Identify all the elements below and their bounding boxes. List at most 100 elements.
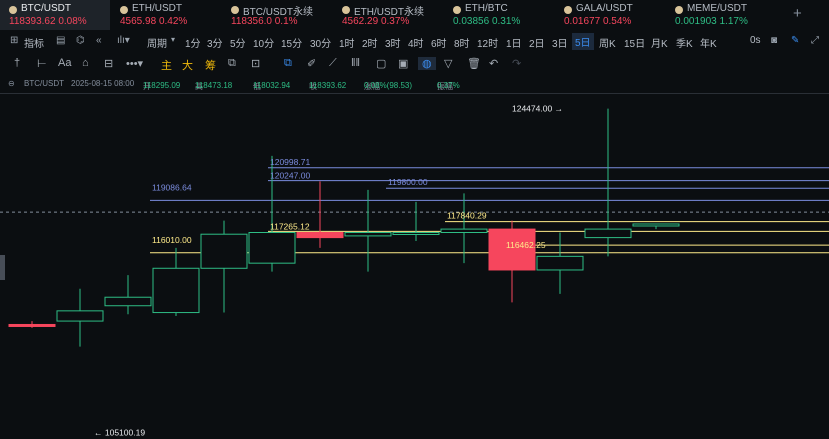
- tf-4h[interactable]: 4时: [408, 35, 424, 50]
- tab-gala-usdt[interactable]: GALA/USDT 0.01677 0.54%: [555, 0, 665, 30]
- chart-type-icon[interactable]: ılı▾: [117, 35, 130, 46]
- collapse-icon[interactable]: ⊖: [8, 79, 15, 88]
- coin-icon: [675, 6, 683, 14]
- main-force-button[interactable]: 主: [161, 57, 172, 73]
- horizontal-line-icon[interactable]: ⊢: [37, 57, 47, 70]
- camera-icon[interactable]: ◙: [771, 35, 777, 46]
- drawing-toolbar: † ⊢ Aa ⌂ ⊟ •••▾ 主 大 筹 ⧉ ⊡ ⧉ ✐ ⟋ ǁǁ ▢ ▣ ◍…: [0, 54, 829, 76]
- tab-eth-usdt[interactable]: ETH/USDT 4565.98 0.42%: [111, 0, 221, 30]
- indicator-icon[interactable]: ⊞: [10, 35, 18, 46]
- layout-icon[interactable]: ⊡: [251, 57, 260, 70]
- tf-15m[interactable]: 15分: [281, 35, 302, 50]
- indicator-button[interactable]: 指标: [24, 35, 44, 50]
- period-dropdown[interactable]: 周期: [147, 35, 167, 50]
- crosshair-icon[interactable]: †: [14, 57, 20, 69]
- level-label: 117265.12: [270, 221, 310, 231]
- compare-icon[interactable]: ⌬: [76, 35, 85, 46]
- candle-body: [296, 232, 344, 239]
- tab-eth-btc[interactable]: ETH/BTC 0.03856 0.31%: [444, 0, 554, 30]
- level-label: 119086.64: [152, 182, 192, 192]
- tf-5m[interactable]: 5分: [230, 35, 246, 50]
- chip-distribution-button[interactable]: 筹: [205, 57, 216, 73]
- tab-price: 0.01677 0.54%: [564, 16, 631, 27]
- info-change-value: 0.08%(98.53): [364, 81, 413, 90]
- redo-icon[interactable]: ↷: [512, 57, 521, 70]
- seconds-toggle[interactable]: 0s: [750, 35, 761, 46]
- brush-icon[interactable]: ✐: [307, 57, 316, 70]
- tab-btc-usdt[interactable]: BTC/USDT 118393.62 0.08%: [0, 0, 110, 30]
- tf-1h[interactable]: 1时: [339, 35, 355, 50]
- level-label: 116010.00: [152, 235, 192, 245]
- long-short-icon[interactable]: ⊟: [104, 57, 113, 70]
- plus-icon[interactable]: +: [793, 5, 802, 22]
- level-label: 117840.29: [447, 211, 487, 221]
- tf-8h[interactable]: 8时: [454, 35, 470, 50]
- tab-change: 0.37%: [380, 16, 410, 27]
- candle-body: [584, 228, 632, 239]
- tf-3d[interactable]: 3日: [552, 35, 568, 50]
- trash-icon[interactable]: 🗑: [467, 57, 481, 70]
- tf-5d[interactable]: 5日: [572, 33, 594, 50]
- candle-body: [536, 255, 584, 271]
- more-tools-icon[interactable]: •••▾: [126, 57, 143, 70]
- level-label: 116462.25: [506, 240, 546, 250]
- chevron-down-icon: ▾: [171, 35, 176, 44]
- calendar-icon[interactable]: ▤: [56, 35, 65, 46]
- tf-15d[interactable]: 15日: [624, 35, 645, 50]
- info-close-value: 118393.62: [309, 81, 347, 90]
- info-amp-value: 0.37%: [437, 81, 460, 90]
- copy-icon[interactable]: ⧉: [284, 57, 292, 70]
- tf-2d[interactable]: 2日: [529, 35, 545, 50]
- tab-price: 0.03856 0.31%: [453, 16, 520, 27]
- tab-eth-usdt-perp[interactable]: ETH/USDT永续 4562.29 0.37%: [333, 0, 443, 30]
- measure-icon[interactable]: ⌂: [82, 57, 89, 69]
- snapshot-icon[interactable]: ⧉: [228, 57, 236, 70]
- tab-btc-usdt-perp[interactable]: BTC/USDT永续 118356.0 0.1%: [222, 0, 332, 30]
- tf-2h[interactable]: 2时: [362, 35, 378, 50]
- magnet-icon[interactable]: ◍: [418, 57, 436, 70]
- candlestick-chart[interactable]: 124474.00 → 120998.71 120247.00 119800.00 11…: [0, 94, 829, 439]
- tab-symbol: BTC/USDT: [21, 3, 71, 14]
- level-label: 120998.71: [270, 157, 310, 167]
- candle-body: [56, 310, 104, 322]
- coin-icon: [342, 6, 350, 14]
- tf-month[interactable]: 月K: [651, 35, 668, 50]
- tab-change: 1.17%: [719, 16, 748, 27]
- tf-1m[interactable]: 1分: [185, 35, 201, 50]
- double-chevron-left-icon[interactable]: «: [96, 35, 102, 46]
- lock-icon[interactable]: ▢: [376, 57, 386, 70]
- trend-icon[interactable]: ⟋: [329, 57, 337, 70]
- tab-change: 0.08%: [58, 16, 87, 27]
- tf-year[interactable]: 年K: [700, 35, 717, 50]
- big-order-button[interactable]: 大: [182, 57, 193, 73]
- coin-icon: [564, 6, 572, 14]
- tf-3m[interactable]: 3分: [207, 35, 223, 50]
- tf-quarter[interactable]: 季K: [676, 35, 693, 50]
- coin-icon: [453, 6, 461, 14]
- tf-10m[interactable]: 10分: [253, 35, 274, 50]
- tab-price-value: 118356.0: [231, 16, 272, 27]
- candle-pattern-icon[interactable]: ǁǁ: [351, 57, 360, 69]
- info-open-value: 118295.09: [143, 81, 181, 90]
- tf-30m[interactable]: 30分: [310, 35, 331, 50]
- expand-icon[interactable]: ⤢: [811, 35, 819, 46]
- filter-icon[interactable]: ▽: [444, 57, 452, 70]
- tf-week[interactable]: 周K: [599, 35, 616, 50]
- info-low-value: 118032.94: [253, 81, 291, 90]
- tab-change: 0.31%: [491, 16, 521, 27]
- tab-meme-usdt[interactable]: MEME/USDT 0.001903 1.17%: [666, 0, 776, 30]
- pencil-icon[interactable]: ✎: [791, 35, 799, 46]
- tab-symbol: GALA/USDT: [576, 3, 633, 14]
- level-label: 119800.00: [388, 177, 428, 187]
- undo-icon[interactable]: ↶: [489, 57, 498, 70]
- tf-6h[interactable]: 6时: [431, 35, 447, 50]
- tab-price-value: 0.03856: [453, 16, 490, 27]
- tab-change: 0.54%: [602, 16, 632, 27]
- image-icon[interactable]: ▣: [398, 57, 408, 70]
- tf-3h[interactable]: 3时: [385, 35, 401, 50]
- tf-12h[interactable]: 12时: [477, 35, 498, 50]
- info-pair: BTC/USDT: [24, 79, 64, 88]
- text-tool-icon[interactable]: Aa: [58, 57, 71, 69]
- tab-change: 0.1%: [274, 16, 298, 27]
- tf-1d[interactable]: 1日: [506, 35, 522, 50]
